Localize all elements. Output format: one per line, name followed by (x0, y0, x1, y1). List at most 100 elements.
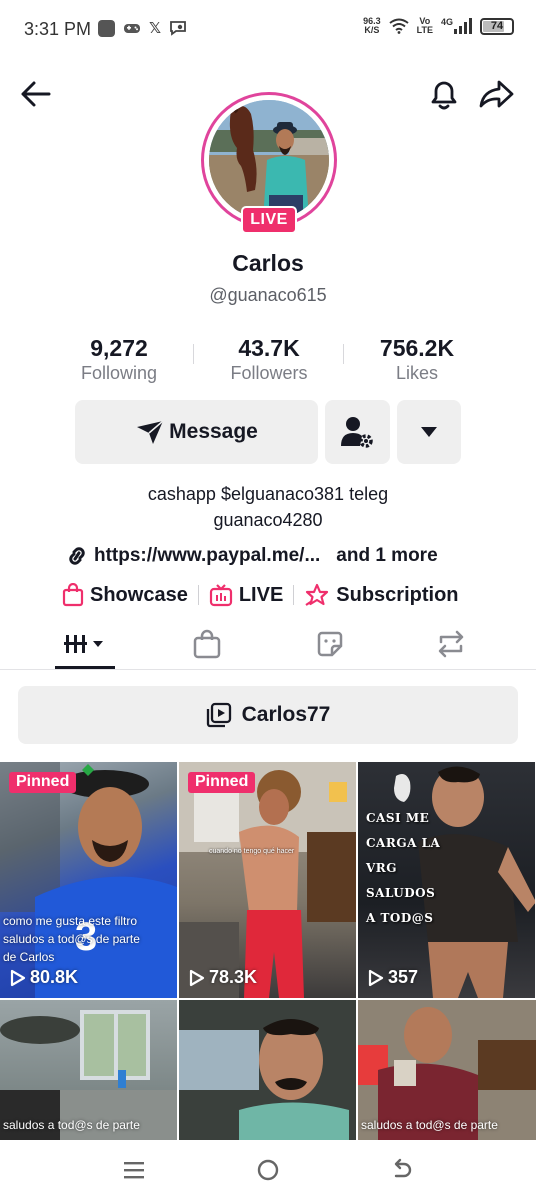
notification-bell-button[interactable] (424, 74, 464, 114)
x-logo-icon: 𝕏 (149, 20, 162, 37)
status-time: 3:31 PM (24, 19, 92, 39)
video-thumb-art (179, 1000, 356, 1140)
video-thumbnail[interactable]: 3 Pinned como me gusta este filtro salud… (0, 762, 177, 998)
caption-line: saludos a tod@s de parte (3, 932, 140, 946)
view-count: 357 (368, 967, 418, 988)
paper-plane-icon (137, 420, 164, 444)
video-overlay-text: CASI ME CARGA LA VRG SALUDOS A TOD@S (366, 806, 440, 931)
video-thumbnail[interactable]: saludos a tod@s de parte (358, 1000, 536, 1140)
view-count: 80.8K (10, 967, 78, 988)
playlist-button[interactable]: Carlos77 (18, 686, 518, 744)
system-back-button[interactable] (384, 1156, 420, 1184)
video-thumb-art (179, 762, 356, 998)
bio-link-more[interactable]: and 1 more (336, 545, 437, 567)
overlay-line: A TOD@S (366, 911, 434, 925)
bio-line: cashapp $elguanaco381 teleg (147, 484, 389, 504)
video-caption: saludos a tod@s de parte (0, 1116, 177, 1134)
overlay-line: VRG (366, 861, 398, 875)
view-count-value: 357 (388, 967, 419, 987)
caret-down-icon (421, 427, 437, 437)
tab-stickers[interactable] (305, 624, 355, 664)
volte-bottom: LTE (416, 25, 433, 35)
view-count: 78.3K (189, 967, 257, 988)
tab-reposts[interactable] (426, 624, 476, 664)
message-button[interactable]: Message (75, 400, 318, 464)
gamepad-icon (124, 24, 140, 33)
repost-icon (438, 630, 464, 658)
bio-links[interactable]: https://www.paypal.me/... and 1 more (64, 544, 438, 568)
star-badge-icon (305, 583, 329, 606)
live-badge[interactable]: LIVE (241, 206, 297, 234)
bio-link[interactable]: https://www.paypal.me/... (94, 545, 320, 567)
network-type: 4G (440, 17, 453, 27)
playlist-label: Carlos77 (241, 703, 331, 726)
friend-settings-button[interactable] (325, 400, 390, 464)
share-button[interactable] (476, 74, 516, 114)
view-count-value: 78.3K (209, 967, 258, 987)
overlay-line: CARGA LA (366, 836, 441, 850)
subscription-label: Subscription (336, 583, 459, 606)
likes-count: 756.2K (379, 335, 455, 361)
shop-bag-icon (193, 629, 221, 659)
cell-signal: 4G (441, 18, 472, 34)
video-thumbnail[interactable]: saludos a tod@s de parte (0, 1000, 177, 1140)
following-count: 9,272 (90, 335, 148, 361)
bell-icon (431, 81, 457, 110)
signal-bars-icon (454, 18, 472, 34)
feature-divider (197, 585, 199, 605)
message-label: Message (169, 420, 258, 443)
back-button[interactable] (18, 76, 54, 112)
followers-count: 43.7K (238, 335, 300, 361)
network-speed: 96.3 K/S (363, 17, 381, 35)
caption-line: saludos a tod@s de parte (361, 1118, 498, 1132)
tv-live-icon (209, 584, 232, 607)
tab-shop[interactable] (182, 624, 232, 664)
video-caption: cuando no tengo qué hacer (209, 848, 295, 855)
profile-handle: @guanaco615 (209, 285, 327, 305)
wifi-icon (389, 18, 409, 34)
pinned-badge: Pinned (9, 772, 77, 793)
recents-button[interactable] (116, 1156, 152, 1184)
live-label: LIVE (238, 583, 284, 606)
user-settings-icon (340, 417, 373, 448)
battery-icon: 74 (480, 17, 514, 35)
followers-stat[interactable]: 43.7K Followers (194, 334, 344, 384)
profile-stats: 9,272 Following 43.7K Followers 756.2K L… (0, 334, 536, 384)
likes-label: Likes (395, 363, 439, 383)
play-icon (368, 969, 384, 986)
system-nav-bar (0, 1140, 536, 1200)
likes-stat[interactable]: 756.2K Likes (342, 334, 492, 384)
bio-text: cashapp $elguanaco381 teleg guanaco4280 (0, 481, 536, 533)
feature-divider (293, 585, 295, 605)
tab-videos[interactable] (60, 624, 110, 664)
home-button[interactable] (250, 1156, 286, 1184)
arrow-left-icon (21, 81, 51, 107)
more-options-button[interactable] (397, 400, 461, 464)
following-stat[interactable]: 9,272 Following (44, 334, 194, 384)
video-thumbnail[interactable] (179, 1000, 356, 1140)
caption-line: saludos a tod@s de parte (3, 1118, 140, 1132)
showcase-link[interactable]: Showcase (62, 583, 188, 607)
speed-unit: K/S (364, 25, 380, 35)
following-label: Following (80, 363, 158, 383)
video-caption: saludos a tod@s de parte (358, 1116, 536, 1134)
view-count-value: 80.8K (30, 967, 79, 987)
subscription-link[interactable]: Subscription (304, 583, 459, 607)
bio-line: guanaco4280 (213, 510, 323, 530)
share-arrow-icon (479, 80, 514, 108)
video-thumbnail[interactable]: CASI ME CARGA LA VRG SALUDOS A TOD@S 357 (358, 762, 535, 998)
video-caption: como me gusta este filtro saludos a tod@… (0, 912, 177, 966)
playlist-icon (206, 702, 231, 728)
profile-tabs (0, 618, 536, 670)
live-link[interactable]: LIVE (209, 583, 283, 607)
avatar-photo (209, 100, 329, 220)
message-app-icon (170, 21, 186, 36)
link-icon (69, 547, 85, 565)
app-notification-icon (98, 19, 115, 37)
play-icon (10, 969, 26, 986)
showcase-label: Showcase (90, 583, 188, 606)
feature-row: Showcase LIVE Subscription (62, 583, 459, 607)
video-thumbnail[interactable]: Pinned cuando no tengo qué hacer 78.3K (179, 762, 356, 998)
battery-level: 74 (490, 20, 504, 32)
overlay-line: SALUDOS (366, 886, 436, 900)
